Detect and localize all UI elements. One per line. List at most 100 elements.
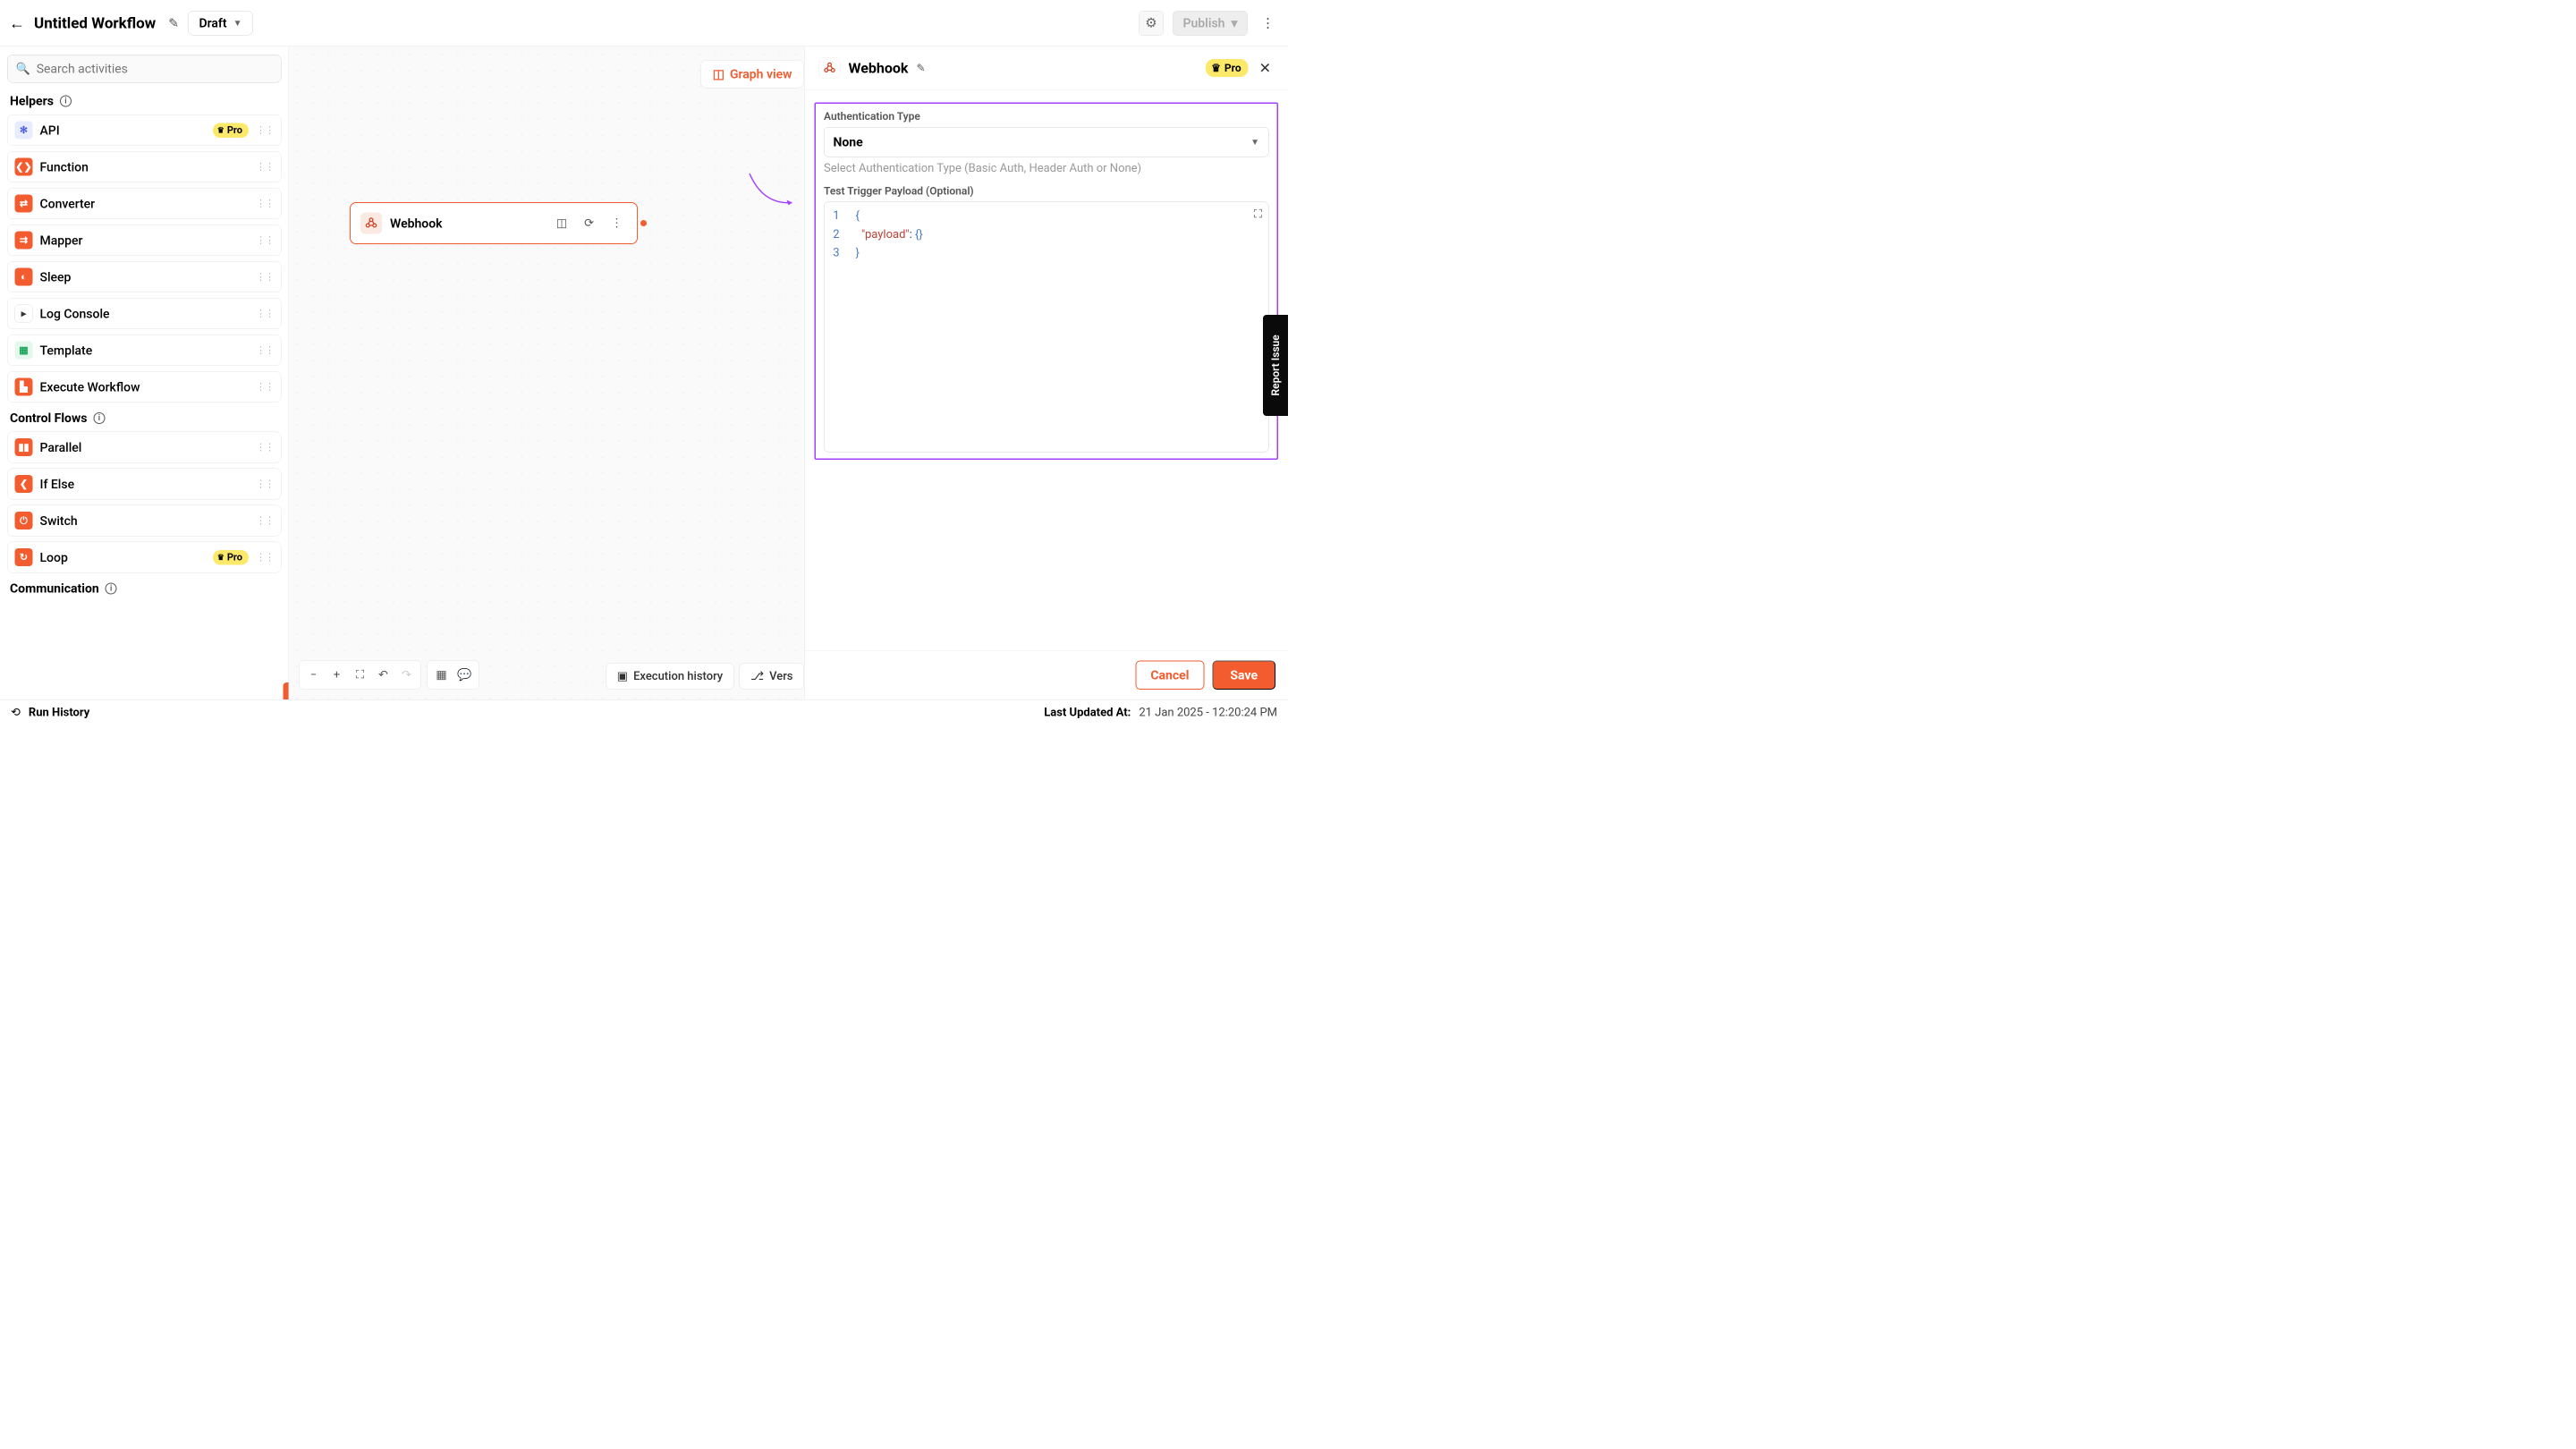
publish-label: Publish	[1183, 16, 1225, 31]
drag-icon[interactable]: ⋮⋮	[256, 442, 274, 453]
gear-icon: ⚙	[1145, 15, 1157, 31]
activity-api[interactable]: ✻ API ♛Pro ⋮⋮	[7, 114, 282, 146]
execute-icon: ▙	[15, 378, 33, 396]
fit-button[interactable]: ⛶	[350, 665, 371, 686]
updated-value: 21 Jan 2025 - 12:20:24 PM	[1139, 706, 1277, 719]
search-icon: 🔍	[16, 62, 30, 75]
comment-button[interactable]: 💬	[454, 665, 476, 686]
info-icon[interactable]: i	[60, 95, 72, 106]
activity-mapper[interactable]: ⇉ Mapper ⋮⋮	[7, 225, 282, 256]
crown-icon: ♛	[217, 125, 225, 135]
versions-icon: ⎇	[750, 670, 764, 683]
converter-icon: ⇄	[15, 195, 33, 213]
topbar: ← Untitled Workflow ✎ Draft ▼ ⚙ Publish …	[0, 0, 1288, 47]
versions-button[interactable]: ⎇ Vers	[740, 663, 804, 690]
fullscreen-icon[interactable]: ⛶	[1254, 208, 1262, 222]
auth-type-select[interactable]: None ▼	[824, 127, 1269, 157]
pro-badge: ♛Pro	[213, 550, 249, 565]
activity-switch[interactable]: ⏻ Switch ⋮⋮	[7, 505, 282, 537]
activity-log[interactable]: ▸ Log Console ⋮⋮	[7, 298, 282, 329]
panel-body: Authentication Type None ▼ Select Authen…	[805, 90, 1289, 651]
line-number: 2	[831, 225, 840, 244]
log-icon: ▸	[15, 305, 33, 323]
run-history-button[interactable]: Run History	[29, 706, 89, 719]
section-comm: Communication i	[10, 581, 282, 597]
mapper-icon: ⇉	[15, 232, 33, 250]
collapse-sidebar-button[interactable]: ‹	[284, 682, 290, 699]
auth-hint: Select Authentication Type (Basic Auth, …	[824, 162, 1269, 175]
back-arrow-icon[interactable]: ←	[9, 13, 25, 32]
drag-icon[interactable]: ⋮⋮	[256, 124, 274, 136]
drag-icon[interactable]: ⋮⋮	[256, 479, 274, 490]
drag-icon[interactable]: ⋮⋮	[256, 552, 274, 564]
ifelse-icon: ❮	[15, 475, 33, 493]
workflow-title: Untitled Workflow	[34, 14, 156, 32]
history-icon: ⟲	[11, 706, 21, 719]
panel-header: Webhook ✎ ♛ Pro ✕	[805, 47, 1289, 90]
drag-icon[interactable]: ⋮⋮	[256, 161, 274, 173]
loop-icon: ↻	[15, 548, 33, 566]
canvas-right-tools: ▣ Execution history ⎇ Vers	[606, 663, 804, 690]
statusbar: ⟲ Run History Last Updated At: 21 Jan 20…	[0, 699, 1288, 724]
line-number: 1	[831, 207, 840, 225]
zoom-in-button[interactable]: +	[326, 665, 348, 686]
cancel-button[interactable]: Cancel	[1135, 661, 1204, 691]
payload-editor[interactable]: 1{ 2 "payload": {} 3} ⛶	[824, 202, 1269, 453]
refresh-icon[interactable]: ⟳	[580, 216, 598, 230]
parallel-icon: ▮▮	[15, 438, 33, 456]
edit-panel-icon[interactable]: ✎	[916, 62, 925, 74]
config-highlight-box: Authentication Type None ▼ Select Authen…	[815, 103, 1279, 461]
more-menu-icon[interactable]: ⋮	[1257, 15, 1279, 31]
drag-icon[interactable]: ⋮⋮	[256, 234, 274, 246]
switch-icon: ⏻	[15, 512, 33, 530]
drag-icon[interactable]: ⋮⋮	[256, 381, 274, 393]
redo-button[interactable]: ↷	[396, 665, 418, 686]
status-dropdown[interactable]: Draft ▼	[188, 11, 253, 36]
main: 🔍 Helpers i ✻ API ♛Pro ⋮⋮ ❮❯ Function ⋮⋮…	[0, 47, 1288, 699]
chevron-down-icon: ▼	[1250, 137, 1259, 148]
activity-parallel[interactable]: ▮▮ Parallel ⋮⋮	[7, 432, 282, 463]
graph-view-button[interactable]: ◫ Graph view	[700, 60, 804, 89]
history-icon: ▣	[617, 670, 628, 683]
activity-sleep[interactable]: ◐ Sleep ⋮⋮	[7, 261, 282, 292]
search-input[interactable]: 🔍	[7, 55, 282, 83]
undo-button[interactable]: ↶	[373, 665, 394, 686]
activity-converter[interactable]: ⇄ Converter ⋮⋮	[7, 188, 282, 219]
search-field[interactable]	[37, 62, 273, 77]
drag-icon[interactable]: ⋮⋮	[256, 308, 274, 319]
save-button[interactable]: Save	[1212, 661, 1275, 691]
drag-icon[interactable]: ⋮⋮	[256, 198, 274, 209]
drag-icon[interactable]: ⋮⋮	[256, 515, 274, 527]
node-menu-icon[interactable]: ⋮	[606, 216, 627, 230]
template-icon: ▦	[15, 342, 33, 360]
webhook-node[interactable]: Webhook ◫ ⟳ ⋮	[350, 202, 638, 244]
auth-value: None	[834, 135, 863, 150]
activity-function[interactable]: ❮❯ Function ⋮⋮	[7, 151, 282, 182]
tutorial-arrow-icon	[745, 169, 799, 209]
chevron-down-icon: ▾	[1231, 16, 1237, 31]
activity-ifelse[interactable]: ❮ If Else ⋮⋮	[7, 469, 282, 500]
connector-dot-icon[interactable]	[640, 220, 647, 226]
activity-template[interactable]: ▦ Template ⋮⋮	[7, 335, 282, 366]
info-icon[interactable]: i	[93, 412, 105, 424]
activity-execute[interactable]: ▙ Execute Workflow ⋮⋮	[7, 371, 282, 402]
config-panel: Webhook ✎ ♛ Pro ✕ Authentication Type No…	[804, 47, 1288, 699]
settings-button[interactable]: ⚙	[1139, 11, 1164, 36]
info-icon[interactable]: i	[106, 582, 117, 594]
function-icon: ❮❯	[15, 158, 33, 176]
drag-icon[interactable]: ⋮⋮	[256, 344, 274, 356]
zoom-out-button[interactable]: −	[303, 665, 325, 686]
activity-loop[interactable]: ↻ Loop ♛Pro ⋮⋮	[7, 542, 282, 573]
publish-button[interactable]: Publish ▾	[1173, 11, 1248, 36]
drag-icon[interactable]: ⋮⋮	[256, 271, 274, 283]
edit-title-icon[interactable]: ✎	[168, 16, 179, 31]
canvas[interactable]: ◫ Graph view Webhook ◫ ⟳ ⋮ − + ⛶ ↶ ↷	[289, 47, 804, 699]
graph-icon: ◫	[713, 67, 724, 82]
sidebar: 🔍 Helpers i ✻ API ♛Pro ⋮⋮ ❮❯ Function ⋮⋮…	[0, 47, 289, 699]
api-icon: ✻	[15, 122, 33, 140]
close-panel-button[interactable]: ✕	[1257, 60, 1274, 77]
report-issue-button[interactable]: Report Issue	[1263, 315, 1288, 416]
layout-button[interactable]: ▦	[431, 665, 453, 686]
panel-icon[interactable]: ◫	[552, 216, 572, 230]
execution-history-button[interactable]: ▣ Execution history	[606, 663, 733, 690]
